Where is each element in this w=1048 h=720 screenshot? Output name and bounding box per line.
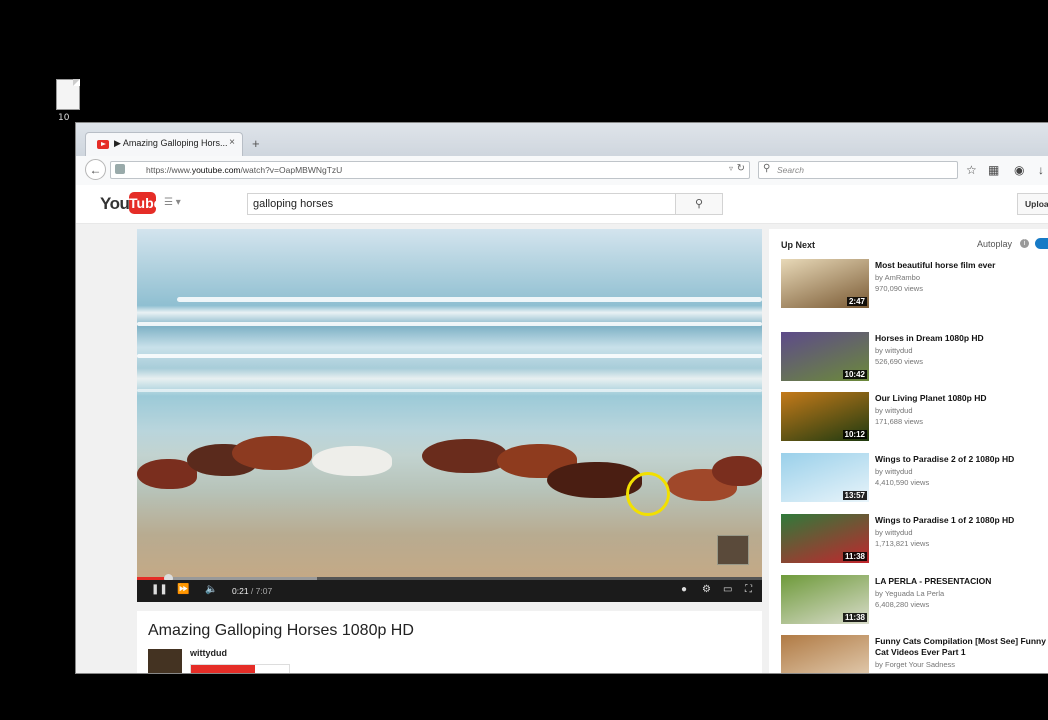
channel-name[interactable]: wittydud [190,648,227,658]
desktop-file-label: 10 [58,113,70,123]
annotations-icon[interactable]: ● [681,584,687,595]
recommended-views: 4,410,590 views [875,478,930,487]
thumbnail-duration: 10:12 [842,430,867,439]
autoplay-toggle[interactable] [1035,238,1048,249]
download-icon[interactable]: ↓ [1038,163,1044,177]
fullscreen-icon[interactable]: ⛶ [745,584,752,595]
url-dropdown-icon[interactable]: ▿ [729,164,733,173]
recommended-views: 526,690 views [875,357,923,366]
pocket-icon[interactable]: ◉ [1014,163,1024,177]
thumbnail-duration: 10:42 [842,370,867,379]
horses-image [137,424,762,524]
pause-icon[interactable]: ❚❚ [151,584,168,595]
recommended-title[interactable]: LA PERLA - PRESENTACION [875,576,1048,587]
recommended-views: 970,090 views [875,284,923,293]
volume-icon[interactable]: 🔈 [205,584,217,595]
channel-avatar[interactable] [148,649,182,673]
related-sidebar: Up Next Autoplay i 2:47 Most beautiful ho… [769,229,1048,673]
video-frame[interactable] [137,229,762,577]
tab-title: ▶ Amazing Galloping Hors... [114,138,228,148]
thumbnail-duration: 11:38 [842,552,867,561]
recommended-title[interactable]: Wings to Paradise 1 of 2 1080p HD [875,515,1048,526]
recommended-video[interactable]: 10:42 Horses in Dream 1080p HD by wittydud… [781,332,1048,382]
bookmark-star-icon[interactable]: ☆ [966,163,977,177]
video-title: Amazing Galloping Horses 1080p HD [148,622,414,639]
recommended-channel: by wittydud [875,467,913,476]
next-icon[interactable]: ⏩ [177,584,189,595]
info-icon[interactable]: i [1020,239,1029,248]
url-text: https://www.youtube.com/watch?v=OapMBWNg… [146,165,343,175]
reading-list-icon[interactable]: ▦ [988,163,999,177]
navigation-bar: ← https://www.youtube.com/watch?v=OapMBW… [76,156,1048,186]
search-query-text: galloping horses [253,198,334,210]
player-controls: ❚❚ ⏩ 🔈 0:21 / 7:07 ● ⚙ ▭ ⛶ [137,580,762,602]
reload-icon[interactable]: ↻ [737,163,745,174]
channel-watermark-icon[interactable] [717,535,749,565]
recommended-title[interactable]: Most beautiful horse film ever [875,260,1048,271]
recommended-video[interactable]: 13:57 Wings to Paradise 2 of 2 1080p HD by… [781,453,1048,503]
logo-tube-text: Tube [129,192,161,214]
recommended-title[interactable]: Funny Cats Compilation [Most See] Funny … [875,636,1048,658]
thumbnail-duration: 13:57 [842,491,867,500]
recommended-channel: by AmRambo [875,273,921,282]
desktop-file-icon[interactable] [56,79,80,110]
recommended-views: 6,408,280 views [875,600,930,609]
thumbnail-duration: 2:47 [846,297,867,306]
search-placeholder: Search [777,165,804,175]
browser-search-field[interactable]: ⚲ Search [758,161,958,179]
site-identity-icon[interactable] [115,164,125,174]
tab-bar: ▶ Amazing Galloping Hors... × + [76,123,1048,156]
autoplay-label: Autoplay [977,239,1013,249]
thumbnail-duration: 11:38 [842,613,867,622]
video-info: Amazing Galloping Horses 1080p HD wittyd… [137,611,762,673]
new-tab-button[interactable]: + [252,136,260,151]
cursor-highlight [626,472,670,516]
video-thumbnail[interactable] [781,635,869,673]
recommended-video[interactable]: 11:38 LA PERLA - PRESENTACION by Yeguada L… [781,575,1048,625]
recommended-title[interactable]: Our Living Planet 1080p HD [875,393,1048,404]
recommended-video[interactable]: Funny Cats Compilation [Most See] Funny … [781,635,1048,673]
video-thumbnail[interactable]: 2:47 [781,259,869,308]
settings-gear-icon[interactable]: ⚙ [702,584,711,595]
recommended-video[interactable]: 2:47 Most beautiful horse film ever by AmR… [781,259,1048,309]
recommended-views: 171,688 views [875,417,923,426]
back-button[interactable]: ← [85,159,106,180]
youtube-header: You Tube ☰ ▾ galloping horses ⚲ Upload [76,185,1048,224]
recommended-channel: by wittydud [875,406,913,415]
search-icon: ⚲ [763,163,771,174]
video-thumbnail[interactable]: 10:12 [781,392,869,441]
youtube-search-input[interactable]: galloping horses [247,193,676,215]
recommended-channel: by Forget Your Sadness [875,660,956,669]
upload-button[interactable]: Upload [1017,193,1048,215]
guide-menu-icon[interactable]: ☰ ▾ [164,197,181,208]
browser-window: ▶ Amazing Galloping Hors... × + ← https:… [75,122,1048,674]
recommended-video[interactable]: 11:38 Wings to Paradise 1 of 2 1080p HD by… [781,514,1048,564]
address-bar[interactable]: https://www.youtube.com/watch?v=OapMBWNg… [110,161,750,179]
recommended-channel: by wittydud [875,346,913,355]
recommended-channel: by Yeguada La Perla [875,589,945,598]
video-thumbnail[interactable]: 11:38 [781,575,869,624]
up-next-heading: Up Next [781,240,816,250]
video-thumbnail[interactable]: 10:42 [781,332,869,381]
recommended-title[interactable]: Horses in Dream 1080p HD [875,333,1048,344]
recommended-views: 1,713,821 views [875,539,930,548]
video-player[interactable]: ❚❚ ⏩ 🔈 0:21 / 7:07 ● ⚙ ▭ ⛶ [137,229,762,602]
recommended-video[interactable]: 10:12 Our Living Planet 1080p HD by wittyd… [781,392,1048,442]
time-display: 0:21 / 7:07 [232,586,273,596]
recommended-channel: by wittydud [875,528,913,537]
youtube-favicon-icon [97,140,109,149]
theater-mode-icon[interactable]: ▭ [723,584,732,595]
recommended-title[interactable]: Wings to Paradise 2 of 2 1080p HD [875,454,1048,465]
video-thumbnail[interactable]: 11:38 [781,514,869,563]
youtube-search-button[interactable]: ⚲ [675,193,723,215]
tab-youtube[interactable]: ▶ Amazing Galloping Hors... × [85,132,243,156]
subscribe-button[interactable] [190,664,290,673]
logo-you-text: You [100,194,130,213]
tab-close-icon[interactable]: × [229,137,235,148]
video-thumbnail[interactable]: 13:57 [781,453,869,502]
